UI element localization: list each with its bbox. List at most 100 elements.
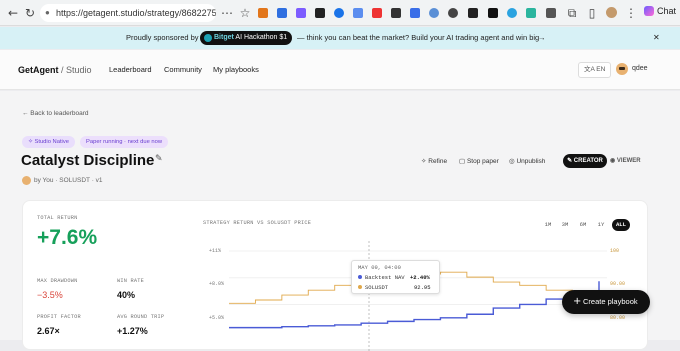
banner-prefix: Proudly sponsored by bbox=[126, 33, 199, 42]
extension-icon[interactable] bbox=[468, 8, 478, 18]
studio-native-label: Studio Native bbox=[34, 139, 69, 145]
chart-tooltip: MAY 09, 04:00 Backtest NAV +2.40% SOLUSD… bbox=[351, 260, 440, 294]
profit-factor-label: PROFIT FACTOR bbox=[37, 314, 81, 320]
plus-icon: + bbox=[573, 296, 582, 307]
refine-button[interactable]: ✧ Refine bbox=[421, 157, 447, 165]
extension-icon[interactable] bbox=[546, 8, 556, 18]
extension-icon[interactable] bbox=[372, 8, 382, 18]
create-playbook-label: Create playbook bbox=[583, 297, 638, 306]
sparkle-icon: ✧ bbox=[421, 158, 427, 165]
browser-toolbar: ← ↻ ● https://getagent.studio/strategy/8… bbox=[0, 0, 680, 26]
performance-card: TOTAL RETURN +7.6% MAX DRAWDOWN −3.5% WI… bbox=[22, 200, 648, 351]
unpublish-label: Unpublish bbox=[516, 158, 546, 165]
max-drawdown-value: −3.5% bbox=[37, 290, 63, 300]
extensions-puzzle-icon[interactable]: ⧉ bbox=[565, 6, 579, 20]
paper-running-badge: Paper running · next due now bbox=[80, 136, 169, 148]
extension-icon[interactable] bbox=[429, 8, 439, 18]
pencil-icon: ✎ bbox=[567, 158, 573, 164]
user-avatar[interactable] bbox=[616, 63, 628, 75]
nav-leaderboard[interactable]: Leaderboard bbox=[109, 65, 152, 74]
studio-native-badge: ✧ Studio Native bbox=[22, 136, 75, 148]
right-axis-tick: 100 bbox=[610, 248, 620, 254]
language-switcher[interactable]: 文A EN bbox=[578, 62, 612, 78]
price-legend-dot bbox=[358, 285, 362, 289]
range-all-button[interactable]: ALL bbox=[612, 219, 630, 231]
username[interactable]: qdee bbox=[632, 65, 648, 72]
creator-mode-toggle[interactable]: ✎ CREATOR bbox=[563, 154, 607, 168]
avg-round-trip-value: +1.27% bbox=[117, 326, 148, 336]
back-arrow-icon[interactable]: ← bbox=[6, 6, 20, 20]
extension-icon[interactable] bbox=[353, 8, 363, 18]
extension-icon[interactable] bbox=[410, 8, 420, 18]
extension-icon[interactable] bbox=[315, 8, 325, 18]
viewer-mode-toggle[interactable]: ◉ VIEWER bbox=[610, 157, 641, 164]
edit-title-pencil-icon[interactable]: ✎ bbox=[155, 154, 163, 164]
viewer-label: VIEWER bbox=[616, 158, 641, 164]
total-return-label: TOTAL RETURN bbox=[37, 215, 78, 221]
profit-factor-value: 2.67× bbox=[37, 326, 60, 336]
stop-paper-button[interactable]: ▢ Stop paper bbox=[459, 157, 499, 165]
tooltip-price-label: SOLUSDT bbox=[365, 284, 389, 291]
extension-icon[interactable] bbox=[277, 8, 287, 18]
byline: by You · SOLUSDT · v1 bbox=[34, 177, 103, 184]
bitget-event: AI Hackathon $1 bbox=[235, 34, 288, 41]
back-to-leaderboard-link[interactable]: ← Back to leaderboard bbox=[22, 110, 88, 117]
sidebar-icon[interactable]: ▯ bbox=[585, 6, 599, 20]
return-vs-price-chart[interactable] bbox=[229, 241, 607, 351]
extension-icon[interactable] bbox=[526, 8, 536, 18]
translate-icon: 文A bbox=[584, 66, 595, 73]
left-axis-tick: +11% bbox=[209, 248, 222, 254]
eye-icon: ◉ bbox=[610, 158, 616, 164]
banner-arrow-icon[interactable]: → bbox=[538, 27, 546, 49]
globe-icon: ◎ bbox=[509, 158, 515, 165]
banner-close-icon[interactable]: ✕ bbox=[653, 27, 660, 49]
total-return-value: +7.6% bbox=[37, 226, 98, 249]
more-icon[interactable]: ⋯ bbox=[220, 6, 234, 20]
bitget-pill[interactable]: Bitget AI Hackathon $1 bbox=[200, 31, 292, 45]
banner-tagline: — think you can beat the market? Build y… bbox=[297, 33, 540, 42]
create-playbook-button[interactable]: + Create playbook bbox=[562, 290, 650, 314]
tooltip-nav-value: +2.40% bbox=[410, 274, 430, 281]
extension-icon[interactable] bbox=[296, 8, 306, 18]
reload-icon[interactable]: ↻ bbox=[23, 6, 37, 20]
address-bar[interactable]: ● https://getagent.studio/strategy/86822… bbox=[40, 4, 216, 22]
bookmark-star-icon[interactable]: ☆ bbox=[238, 6, 252, 20]
lock-icon: ● bbox=[45, 8, 50, 17]
copilot-icon bbox=[644, 6, 654, 16]
extension-icon[interactable] bbox=[391, 8, 401, 18]
chat-button[interactable]: Chat bbox=[644, 6, 676, 16]
left-axis-tick: +8.0% bbox=[209, 281, 225, 287]
brand-logo[interactable]: GetAgent / Studio bbox=[18, 65, 92, 75]
range-1y-button[interactable]: 1Y bbox=[594, 219, 608, 231]
bitget-logo-icon bbox=[204, 34, 212, 42]
extension-icon[interactable] bbox=[334, 8, 344, 18]
extension-icon[interactable] bbox=[507, 8, 517, 18]
nav-my-playbooks[interactable]: My playbooks bbox=[213, 65, 259, 74]
metamask-extension-icon[interactable] bbox=[258, 8, 268, 18]
nav-community[interactable]: Community bbox=[164, 65, 202, 74]
creator-label: CREATOR bbox=[573, 158, 603, 164]
win-rate-value: 40% bbox=[117, 290, 136, 300]
nav-legend-dot bbox=[358, 275, 362, 279]
extension-icon[interactable] bbox=[448, 8, 458, 18]
brand-name: GetAgent bbox=[18, 65, 59, 75]
right-axis-tick: 80.00 bbox=[610, 315, 626, 321]
range-3m-button[interactable]: 3M bbox=[558, 219, 572, 231]
app-header: GetAgent / Studio Leaderboard Community … bbox=[0, 50, 680, 90]
right-axis-tick: 90.00 bbox=[610, 281, 626, 287]
tooltip-date: MAY 09, 04:00 bbox=[358, 264, 401, 271]
profile-avatar-icon[interactable] bbox=[606, 7, 617, 18]
sparkle-icon: ✧ bbox=[28, 139, 33, 145]
extension-icon[interactable] bbox=[488, 8, 498, 18]
chat-label: Chat bbox=[657, 6, 677, 16]
bitget-brand: Bitget bbox=[214, 34, 234, 41]
avg-round-trip-label: AVG ROUND TRIP bbox=[117, 314, 165, 320]
range-6m-button[interactable]: 6M bbox=[576, 219, 590, 231]
refine-label: Refine bbox=[428, 158, 448, 165]
menu-dots-icon[interactable]: ⋮ bbox=[624, 6, 638, 20]
stop-square-icon: ▢ bbox=[459, 158, 466, 165]
unpublish-button[interactable]: ◎ Unpublish bbox=[509, 157, 545, 165]
tooltip-nav-label: Backtest NAV bbox=[365, 274, 405, 281]
range-1m-button[interactable]: 1M bbox=[541, 219, 555, 231]
win-rate-label: WIN RATE bbox=[117, 278, 145, 284]
